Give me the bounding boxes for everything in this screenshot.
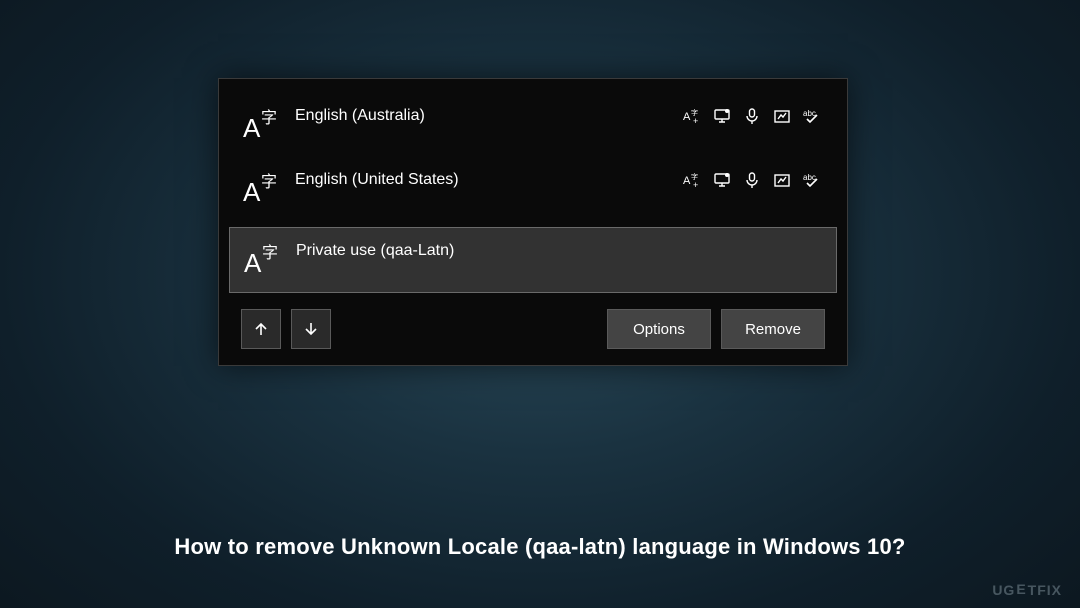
language-item-english-australia[interactable]: A 字 English (Australia) A字+ abc <box>229 93 837 157</box>
spellcheck-icon: abc <box>803 171 821 194</box>
site-watermark: UGETFIX <box>992 582 1062 598</box>
language-actions-row: Options Remove <box>229 299 837 351</box>
watermark-part3: TFIX <box>1028 582 1062 598</box>
display-icon <box>713 171 731 194</box>
language-item-english-us[interactable]: A 字 English (United States) A字+ abc <box>229 157 837 221</box>
options-button[interactable]: Options <box>607 309 711 349</box>
move-up-button[interactable] <box>241 309 281 349</box>
language-name-label: Private use (qaa-Latn) <box>296 240 820 260</box>
handwriting-icon <box>773 171 791 194</box>
language-pack-icon: A字+ <box>683 171 701 194</box>
article-title: How to remove Unknown Locale (qaa-latn) … <box>0 534 1080 560</box>
svg-text:+: + <box>693 180 698 189</box>
language-glyph-icon: A 字 <box>240 240 284 280</box>
language-glyph-icon: A 字 <box>239 105 283 145</box>
language-glyph-icon: A 字 <box>239 169 283 209</box>
svg-text:+: + <box>693 116 698 125</box>
svg-text:abc: abc <box>803 173 816 182</box>
microphone-icon <box>743 171 761 194</box>
language-settings-panel: A 字 English (Australia) A字+ abc <box>218 78 848 366</box>
svg-text:A: A <box>243 113 261 143</box>
display-icon <box>713 107 731 130</box>
svg-text:A: A <box>683 111 691 123</box>
language-name-label: English (Australia) <box>295 105 671 125</box>
remove-button[interactable]: Remove <box>721 309 825 349</box>
language-feature-icons: A字+ abc <box>683 105 821 130</box>
svg-text:abc: abc <box>803 109 816 118</box>
svg-text:A: A <box>243 177 261 207</box>
language-pack-icon: A字+ <box>683 107 701 130</box>
watermark-part2: E <box>1016 581 1026 597</box>
watermark-part1: UG <box>992 582 1015 598</box>
svg-text:字: 字 <box>262 244 278 262</box>
handwriting-icon <box>773 107 791 130</box>
language-feature-icons: A字+ abc <box>683 169 821 194</box>
language-name-label: English (United States) <box>295 169 671 189</box>
svg-text:A: A <box>244 248 262 278</box>
language-item-qaa-latn[interactable]: A 字 Private use (qaa-Latn) <box>229 227 837 293</box>
microphone-icon <box>743 107 761 130</box>
move-down-button[interactable] <box>291 309 331 349</box>
svg-text:A: A <box>683 175 691 187</box>
svg-text:字: 字 <box>261 109 277 127</box>
svg-text:字: 字 <box>261 173 277 191</box>
spellcheck-icon: abc <box>803 107 821 130</box>
